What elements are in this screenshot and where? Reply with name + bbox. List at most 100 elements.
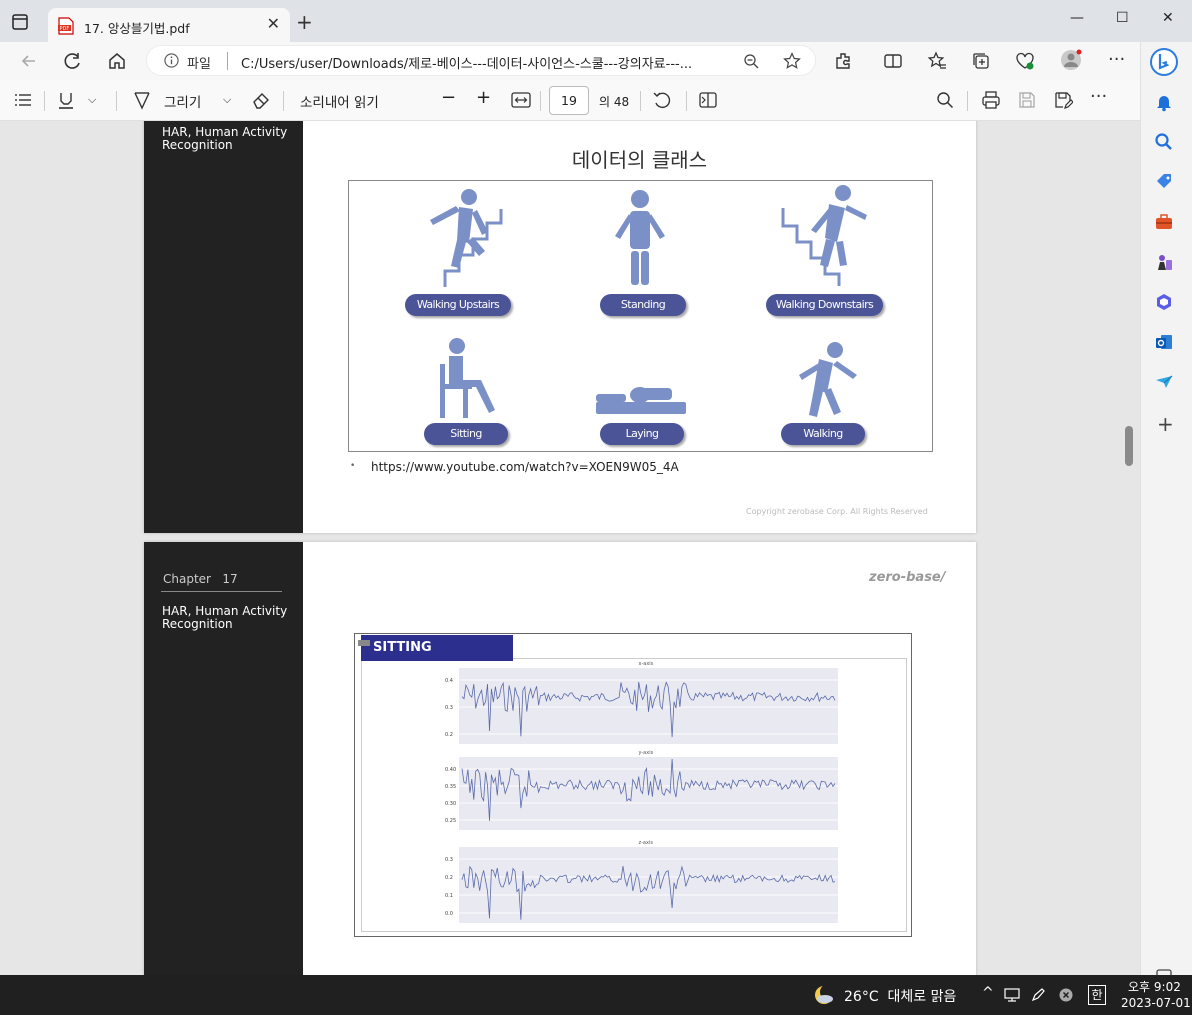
y-tick-label: 0.1 <box>445 893 453 899</box>
read-aloud-button[interactable]: 소리내어 읽기 <box>300 91 379 111</box>
panel-title: HAR, Human Activity Recognition <box>162 125 288 152</box>
url-bar[interactable]: 파일 C:/Users/user/Downloads/제로-베이스---데이터-… <box>146 45 816 76</box>
print-icon[interactable] <box>981 90 1001 110</box>
pdf-viewer[interactable]: HAR, Human Activity Recognition 데이터의 클래스… <box>0 121 1140 975</box>
outlook-icon[interactable] <box>1154 332 1174 352</box>
weather-moon-icon[interactable] <box>812 983 836 1007</box>
sitting-figure <box>440 338 495 418</box>
scrollbar-thumb[interactable] <box>1125 426 1133 466</box>
subplot-background <box>459 668 838 744</box>
clock-date[interactable]: 2023-07-01 <box>1121 996 1191 1010</box>
url-scheme: 파일 <box>187 57 211 72</box>
bing-copilot-icon[interactable] <box>1150 48 1178 76</box>
toolbar-divider <box>283 91 284 111</box>
activity-classes-figure: Walking Upstairs Standing Walking Downst… <box>348 180 933 452</box>
edge-sidebar: + <box>1140 42 1192 985</box>
title-bar: PDF 17. 앙상블기법.pdf ✕ + — ☐ ✕ <box>0 0 1192 42</box>
home-icon[interactable] <box>107 51 127 71</box>
tab-actions-icon[interactable] <box>10 12 30 32</box>
notifications-icon[interactable] <box>1154 92 1174 112</box>
zero-base-logo: zero-base/ <box>869 570 946 585</box>
draw-icon[interactable] <box>133 90 151 110</box>
zoom-in-button[interactable]: + <box>476 87 491 108</box>
weather-text[interactable]: 26°C 대체로 맑음 <box>844 986 956 1006</box>
pdf-more-icon[interactable]: ··· <box>1090 86 1107 107</box>
zoom-out-icon[interactable] <box>743 53 759 69</box>
y-tick-label: 0.3 <box>445 705 453 711</box>
tab-close-icon[interactable]: ✕ <box>267 14 280 33</box>
class-label-walking-downstairs: Walking Downstairs <box>766 294 883 316</box>
mute-icon[interactable] <box>1058 987 1074 1003</box>
highlight-icon[interactable] <box>56 90 76 110</box>
laying-figure <box>596 387 686 414</box>
class-label-standing: Standing <box>600 294 686 316</box>
add-sidebar-app-icon[interactable]: + <box>1157 412 1174 436</box>
svg-text:PDF: PDF <box>60 26 70 32</box>
minimize-icon[interactable]: — <box>1070 10 1084 26</box>
page-number-input[interactable]: 19 <box>549 86 589 115</box>
highlight-dropdown-icon[interactable]: ⌵ <box>88 93 96 107</box>
find-icon[interactable] <box>936 91 954 109</box>
subplot-title: z-axis <box>639 840 654 846</box>
copyright-text: Copyright zerobase Corp. All Rights Rese… <box>746 507 928 516</box>
subplot-background <box>459 847 838 923</box>
page-view-icon[interactable] <box>698 91 718 109</box>
ime-indicator[interactable]: 한 <box>1088 985 1106 1005</box>
youtube-link[interactable]: https://www.youtube.com/watch?v=XOEN9W05… <box>371 460 679 474</box>
info-icon[interactable] <box>164 53 179 68</box>
pen-icon[interactable] <box>1030 987 1046 1003</box>
tab-title: 17. 앙상블기법.pdf <box>84 21 190 36</box>
extensions-icon[interactable] <box>834 51 854 71</box>
refresh-icon[interactable] <box>63 51 83 71</box>
url-text[interactable]: C:/Users/user/Downloads/제로-베이스---데이터-사이언… <box>241 53 731 72</box>
window-close-icon[interactable]: ✕ <box>1162 10 1174 26</box>
browser-essentials-icon[interactable] <box>1015 51 1035 71</box>
zoom-out-button[interactable]: − <box>441 87 456 108</box>
collections-icon[interactable] <box>971 51 991 71</box>
show-hidden-icons-icon[interactable]: ^ <box>982 985 994 1001</box>
slide-title: 데이터의 클래스 <box>571 148 708 172</box>
save-icon[interactable] <box>1017 90 1037 110</box>
class-label-walking: Walking <box>781 423 865 445</box>
save-as-icon[interactable] <box>1053 90 1073 110</box>
rotate-icon[interactable] <box>652 90 672 110</box>
toolbar-divider <box>116 91 117 111</box>
toolbar-divider <box>686 91 687 111</box>
toolbar-divider <box>44 91 45 111</box>
chapter-panel: Chapter 17 HAR, Human Activity Recogniti… <box>144 542 303 975</box>
back-icon[interactable] <box>19 51 39 71</box>
subplot-title: x-axis <box>639 661 654 667</box>
chapter-panel: HAR, Human Activity Recognition <box>144 121 303 533</box>
shopping-icon[interactable] <box>1154 172 1174 192</box>
network-icon[interactable] <box>1004 987 1020 1003</box>
maximize-icon[interactable]: ☐ <box>1116 10 1129 26</box>
subplot-title: y-axis <box>639 750 654 756</box>
taskbar: 26°C 대체로 맑음 ^ 한 오후 9:02 2023-07-01 <box>0 975 1192 1015</box>
browser-tab[interactable]: PDF 17. 앙상블기법.pdf ✕ <box>48 8 290 42</box>
drop-icon[interactable] <box>1154 372 1174 392</box>
tools-icon[interactable] <box>1154 212 1174 232</box>
new-tab-icon[interactable]: + <box>296 12 313 32</box>
fit-to-width-icon[interactable] <box>511 92 531 108</box>
games-icon[interactable] <box>1154 252 1174 272</box>
draw-label[interactable]: 그리기 <box>164 91 201 111</box>
y-tick-label: 0.3 <box>445 857 453 863</box>
toolbar-divider <box>540 91 541 111</box>
profile-avatar-icon[interactable] <box>1060 49 1082 71</box>
class-label-laying: Laying <box>600 423 684 445</box>
y-tick-label: 0.35 <box>445 784 456 790</box>
toolbar-divider <box>967 91 968 111</box>
search-icon[interactable] <box>1154 132 1174 152</box>
y-tick-label: 0.2 <box>445 732 453 738</box>
microsoft-365-icon[interactable] <box>1154 292 1174 312</box>
eraser-icon[interactable] <box>251 90 271 110</box>
favorites-icon[interactable] <box>927 51 947 71</box>
clock-time[interactable]: 오후 9:02 <box>1128 978 1181 995</box>
contents-icon[interactable] <box>14 92 32 108</box>
favorite-star-icon[interactable] <box>783 52 801 70</box>
y-tick-label: 0.40 <box>445 767 456 773</box>
more-menu-icon[interactable]: ··· <box>1108 49 1125 70</box>
split-screen-icon[interactable] <box>883 51 903 71</box>
draw-dropdown-icon[interactable]: ⌵ <box>223 93 231 107</box>
chapter-number: Chapter 17 <box>163 572 238 586</box>
